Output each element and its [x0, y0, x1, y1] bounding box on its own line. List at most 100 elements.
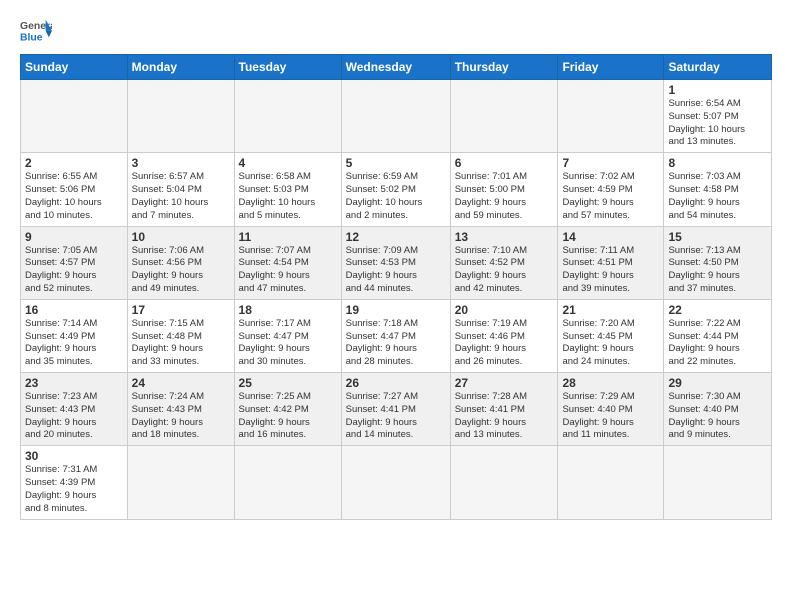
calendar-table: SundayMondayTuesdayWednesdayThursdayFrid…: [20, 54, 772, 520]
day-number: 11: [239, 230, 337, 244]
day-info: Sunrise: 7:01 AM Sunset: 5:00 PM Dayligh…: [455, 171, 554, 222]
calendar-cell: 27Sunrise: 7:28 AM Sunset: 4:41 PM Dayli…: [450, 373, 558, 446]
calendar-cell: 13Sunrise: 7:10 AM Sunset: 4:52 PM Dayli…: [450, 226, 558, 299]
weekday-header-sunday: Sunday: [21, 55, 128, 80]
calendar-week-2: 2Sunrise: 6:55 AM Sunset: 5:06 PM Daylig…: [21, 153, 772, 226]
calendar-cell: [664, 446, 772, 519]
day-info: Sunrise: 7:14 AM Sunset: 4:49 PM Dayligh…: [25, 318, 123, 369]
calendar-cell: [558, 446, 664, 519]
calendar-cell: 5Sunrise: 6:59 AM Sunset: 5:02 PM Daylig…: [341, 153, 450, 226]
weekday-header-friday: Friday: [558, 55, 664, 80]
calendar-cell: [558, 80, 664, 153]
day-info: Sunrise: 7:29 AM Sunset: 4:40 PM Dayligh…: [562, 391, 659, 442]
day-info: Sunrise: 7:05 AM Sunset: 4:57 PM Dayligh…: [25, 245, 123, 296]
day-number: 24: [132, 376, 230, 390]
day-number: 29: [668, 376, 767, 390]
calendar-cell: 2Sunrise: 6:55 AM Sunset: 5:06 PM Daylig…: [21, 153, 128, 226]
day-info: Sunrise: 7:03 AM Sunset: 4:58 PM Dayligh…: [668, 171, 767, 222]
calendar-week-5: 23Sunrise: 7:23 AM Sunset: 4:43 PM Dayli…: [21, 373, 772, 446]
day-number: 17: [132, 303, 230, 317]
day-number: 4: [239, 156, 337, 170]
calendar-cell: 10Sunrise: 7:06 AM Sunset: 4:56 PM Dayli…: [127, 226, 234, 299]
day-number: 7: [562, 156, 659, 170]
calendar-cell: 24Sunrise: 7:24 AM Sunset: 4:43 PM Dayli…: [127, 373, 234, 446]
day-info: Sunrise: 7:27 AM Sunset: 4:41 PM Dayligh…: [346, 391, 446, 442]
calendar-cell: 7Sunrise: 7:02 AM Sunset: 4:59 PM Daylig…: [558, 153, 664, 226]
day-info: Sunrise: 6:57 AM Sunset: 5:04 PM Dayligh…: [132, 171, 230, 222]
day-info: Sunrise: 6:55 AM Sunset: 5:06 PM Dayligh…: [25, 171, 123, 222]
day-number: 20: [455, 303, 554, 317]
day-number: 23: [25, 376, 123, 390]
calendar-week-1: 1Sunrise: 6:54 AM Sunset: 5:07 PM Daylig…: [21, 80, 772, 153]
day-number: 10: [132, 230, 230, 244]
day-number: 25: [239, 376, 337, 390]
calendar-cell: 3Sunrise: 6:57 AM Sunset: 5:04 PM Daylig…: [127, 153, 234, 226]
day-number: 6: [455, 156, 554, 170]
calendar-cell: 26Sunrise: 7:27 AM Sunset: 4:41 PM Dayli…: [341, 373, 450, 446]
calendar-cell: 29Sunrise: 7:30 AM Sunset: 4:40 PM Dayli…: [664, 373, 772, 446]
day-number: 1: [668, 83, 767, 97]
day-number: 12: [346, 230, 446, 244]
calendar-cell: 11Sunrise: 7:07 AM Sunset: 4:54 PM Dayli…: [234, 226, 341, 299]
calendar-cell: [234, 80, 341, 153]
day-number: 26: [346, 376, 446, 390]
day-number: 5: [346, 156, 446, 170]
day-info: Sunrise: 7:18 AM Sunset: 4:47 PM Dayligh…: [346, 318, 446, 369]
day-info: Sunrise: 6:54 AM Sunset: 5:07 PM Dayligh…: [668, 98, 767, 149]
calendar-cell: 14Sunrise: 7:11 AM Sunset: 4:51 PM Dayli…: [558, 226, 664, 299]
weekday-header-thursday: Thursday: [450, 55, 558, 80]
day-info: Sunrise: 7:02 AM Sunset: 4:59 PM Dayligh…: [562, 171, 659, 222]
calendar-cell: 20Sunrise: 7:19 AM Sunset: 4:46 PM Dayli…: [450, 299, 558, 372]
svg-text:Blue: Blue: [20, 32, 43, 43]
day-info: Sunrise: 6:58 AM Sunset: 5:03 PM Dayligh…: [239, 171, 337, 222]
day-number: 28: [562, 376, 659, 390]
calendar-cell: [127, 446, 234, 519]
day-number: 14: [562, 230, 659, 244]
weekday-header-tuesday: Tuesday: [234, 55, 341, 80]
logo: General Blue: [20, 16, 52, 44]
day-info: Sunrise: 7:11 AM Sunset: 4:51 PM Dayligh…: [562, 245, 659, 296]
calendar-cell: [450, 446, 558, 519]
calendar-cell: 19Sunrise: 7:18 AM Sunset: 4:47 PM Dayli…: [341, 299, 450, 372]
calendar-week-4: 16Sunrise: 7:14 AM Sunset: 4:49 PM Dayli…: [21, 299, 772, 372]
day-number: 22: [668, 303, 767, 317]
calendar-cell: 15Sunrise: 7:13 AM Sunset: 4:50 PM Dayli…: [664, 226, 772, 299]
calendar-cell: [450, 80, 558, 153]
day-number: 30: [25, 449, 123, 463]
day-number: 18: [239, 303, 337, 317]
day-number: 19: [346, 303, 446, 317]
calendar-cell: 23Sunrise: 7:23 AM Sunset: 4:43 PM Dayli…: [21, 373, 128, 446]
day-info: Sunrise: 7:28 AM Sunset: 4:41 PM Dayligh…: [455, 391, 554, 442]
calendar-cell: 12Sunrise: 7:09 AM Sunset: 4:53 PM Dayli…: [341, 226, 450, 299]
day-number: 3: [132, 156, 230, 170]
calendar-cell: [21, 80, 128, 153]
calendar-cell: 28Sunrise: 7:29 AM Sunset: 4:40 PM Dayli…: [558, 373, 664, 446]
day-info: Sunrise: 7:15 AM Sunset: 4:48 PM Dayligh…: [132, 318, 230, 369]
day-info: Sunrise: 7:25 AM Sunset: 4:42 PM Dayligh…: [239, 391, 337, 442]
calendar-cell: 4Sunrise: 6:58 AM Sunset: 5:03 PM Daylig…: [234, 153, 341, 226]
day-info: Sunrise: 7:30 AM Sunset: 4:40 PM Dayligh…: [668, 391, 767, 442]
logo-icon: General Blue: [20, 16, 52, 44]
day-number: 2: [25, 156, 123, 170]
day-number: 16: [25, 303, 123, 317]
day-info: Sunrise: 7:20 AM Sunset: 4:45 PM Dayligh…: [562, 318, 659, 369]
calendar-cell: 1Sunrise: 6:54 AM Sunset: 5:07 PM Daylig…: [664, 80, 772, 153]
day-number: 21: [562, 303, 659, 317]
day-number: 13: [455, 230, 554, 244]
page: General Blue SundayMondayTuesdayWednesda…: [0, 0, 792, 612]
day-info: Sunrise: 7:09 AM Sunset: 4:53 PM Dayligh…: [346, 245, 446, 296]
day-info: Sunrise: 7:10 AM Sunset: 4:52 PM Dayligh…: [455, 245, 554, 296]
calendar-cell: 18Sunrise: 7:17 AM Sunset: 4:47 PM Dayli…: [234, 299, 341, 372]
header: General Blue: [20, 16, 772, 44]
calendar-cell: 22Sunrise: 7:22 AM Sunset: 4:44 PM Dayli…: [664, 299, 772, 372]
calendar-cell: 6Sunrise: 7:01 AM Sunset: 5:00 PM Daylig…: [450, 153, 558, 226]
calendar-cell: 30Sunrise: 7:31 AM Sunset: 4:39 PM Dayli…: [21, 446, 128, 519]
calendar-cell: [234, 446, 341, 519]
day-info: Sunrise: 7:13 AM Sunset: 4:50 PM Dayligh…: [668, 245, 767, 296]
calendar-cell: 9Sunrise: 7:05 AM Sunset: 4:57 PM Daylig…: [21, 226, 128, 299]
day-info: Sunrise: 7:23 AM Sunset: 4:43 PM Dayligh…: [25, 391, 123, 442]
calendar-cell: 8Sunrise: 7:03 AM Sunset: 4:58 PM Daylig…: [664, 153, 772, 226]
calendar-cell: [341, 80, 450, 153]
weekday-header-saturday: Saturday: [664, 55, 772, 80]
day-info: Sunrise: 6:59 AM Sunset: 5:02 PM Dayligh…: [346, 171, 446, 222]
